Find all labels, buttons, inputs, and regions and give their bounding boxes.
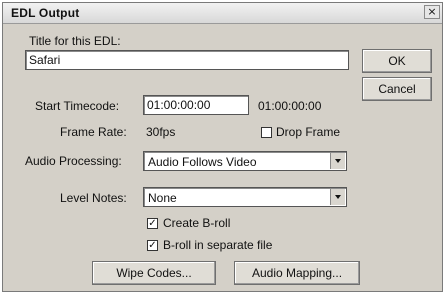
broll-separate-file-checkbox[interactable]: ✓ [147,240,158,251]
title-bar: EDL Output × [3,3,442,24]
frame-rate-value: 30fps [146,125,176,139]
edl-output-dialog: EDL Output × Title for this EDL: Safari … [2,2,443,292]
audio-processing-select[interactable]: Audio Follows Video [143,151,347,171]
audio-processing-label: Audio Processing: [25,154,122,168]
audio-mapping-button[interactable]: Audio Mapping... [234,261,360,285]
level-notes-label: Level Notes: [60,191,127,205]
chevron-down-icon [335,195,341,199]
drop-frame-label: Drop Frame [276,125,341,139]
create-broll-label: Create B-roll [163,216,231,230]
broll-separate-file-label: B-roll in separate file [163,238,273,252]
create-broll-checkbox[interactable]: ✓ [147,218,158,229]
level-notes-dropdown-button[interactable] [330,189,345,205]
wipe-codes-button[interactable]: Wipe Codes... [92,261,216,285]
ok-button[interactable]: OK [362,49,432,73]
title-field-label: Title for this EDL: [29,34,121,48]
dialog-title: EDL Output [11,6,80,20]
checkmark-icon: ✓ [148,218,157,229]
frame-rate-label: Frame Rate: [60,125,127,139]
chevron-down-icon [335,159,341,163]
audio-processing-dropdown-button[interactable] [330,153,345,169]
start-timecode-input[interactable]: 01:00:00:00 [143,95,249,115]
checkmark-icon: ✓ [148,240,157,251]
audio-processing-value: Audio Follows Video [148,155,257,169]
drop-frame-checkbox[interactable] [261,127,272,138]
close-button[interactable]: × [424,5,440,19]
level-notes-select[interactable]: None [143,187,347,207]
cancel-button[interactable]: Cancel [362,77,432,101]
start-timecode-label: Start Timecode: [35,99,120,113]
end-timecode-value: 01:00:00:00 [258,99,322,113]
level-notes-value: None [148,191,177,205]
close-icon: × [427,5,437,18]
edl-title-input[interactable]: Safari [25,50,349,70]
